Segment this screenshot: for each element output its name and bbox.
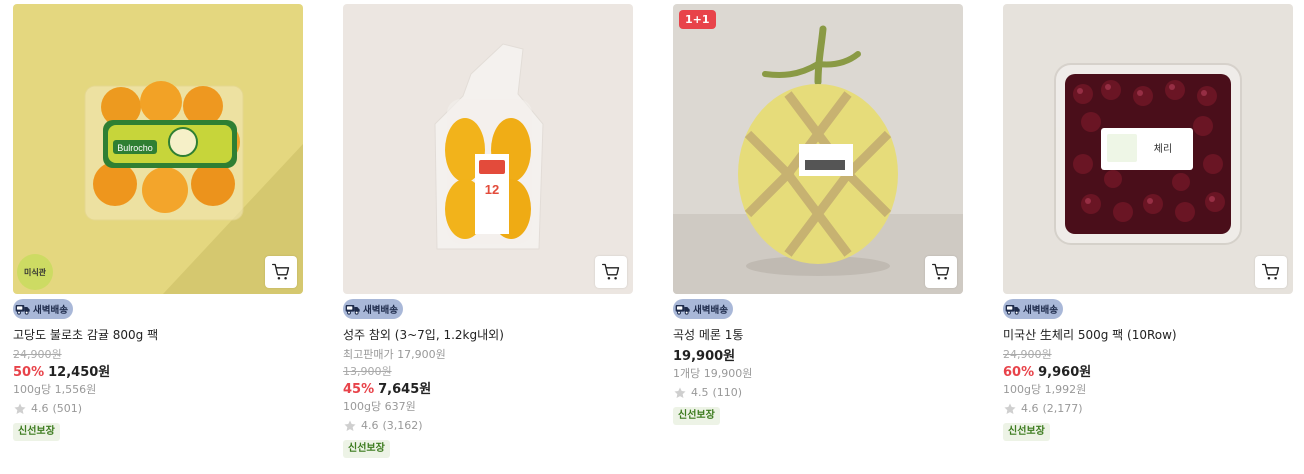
rating-score: 4.6 <box>1021 402 1039 415</box>
sale-price-row: 60% 9,960원 <box>1003 364 1293 381</box>
add-to-cart-button[interactable] <box>595 256 627 288</box>
product-name[interactable]: 곡성 메론 1통 <box>673 327 963 343</box>
product-image[interactable]: Bulrocho 미식관 <box>13 4 303 294</box>
sale-price: 19,900원 <box>673 349 736 364</box>
delivery-label: 새벽배송 <box>33 305 68 316</box>
freshness-guarantee-badge: 신선보장 <box>1003 423 1050 441</box>
star-icon <box>13 402 27 416</box>
review-count: (110) <box>712 386 743 399</box>
review-count: (2,177) <box>1042 402 1083 415</box>
promo-badge: 1+1 <box>679 10 716 29</box>
melon-image <box>673 4 963 294</box>
rating: 4.5 (110) <box>673 385 963 401</box>
rating: 4.6 (3,162) <box>343 418 633 434</box>
truck-icon <box>15 301 31 317</box>
product-card[interactable]: 1+1 새벽배송 곡성 메론 1통 19,900원 1개당 19,900원 4.… <box>673 4 963 425</box>
cart-icon <box>931 262 951 282</box>
star-icon <box>673 386 687 400</box>
unit-price: 1개당 19,900원 <box>673 367 753 380</box>
unit-price: 100g당 1,556원 <box>13 383 97 396</box>
product-image[interactable]: 12 <box>343 4 633 294</box>
original-price: 13,900원 <box>343 365 392 378</box>
rating-score: 4.5 <box>691 386 709 399</box>
product-card[interactable]: 체리 새벽배송 미국산 生체리 500g 팩 (10Row) 24,900원 6… <box>1003 4 1293 441</box>
delivery-label: 새벽배송 <box>1023 305 1058 316</box>
truck-icon <box>1005 301 1021 317</box>
sale-price: 9,960원 <box>1038 365 1092 380</box>
add-to-cart-button[interactable] <box>1255 256 1287 288</box>
original-price: 24,900원 <box>1003 348 1052 361</box>
korean-melon-bag-image: 12 <box>343 4 633 294</box>
svg-text:Bulrocho: Bulrocho <box>117 143 153 153</box>
product-grid: Bulrocho 미식관 새벽배송 고당도 불로초 감귤 800g 팩 24,9… <box>0 0 1304 474</box>
discount-rate: 60% <box>1003 365 1035 380</box>
product-card[interactable]: 12 새벽배송 성주 참외 (3~7입, 1.2kg내외) 최고판매가 17,9… <box>343 4 633 458</box>
svg-text:12: 12 <box>485 182 499 197</box>
best-selling-price: 최고판매가 17,900원 <box>343 348 446 361</box>
tangerine-pack-image: Bulrocho <box>13 4 303 294</box>
original-price: 24,900원 <box>13 348 62 361</box>
star-icon <box>343 419 357 433</box>
product-card[interactable]: Bulrocho 미식관 새벽배송 고당도 불로초 감귤 800g 팩 24,9… <box>13 4 303 441</box>
delivery-label: 새벽배송 <box>363 305 398 316</box>
dawn-delivery-badge: 새벽배송 <box>343 299 403 319</box>
cart-icon <box>271 262 291 282</box>
sale-price: 7,645원 <box>378 382 432 397</box>
rating-score: 4.6 <box>361 419 379 432</box>
review-count: (501) <box>52 402 83 415</box>
unit-price: 100g당 637원 <box>343 400 416 413</box>
freshness-guarantee-badge: 신선보장 <box>13 423 60 441</box>
product-name[interactable]: 고당도 불로초 감귤 800g 팩 <box>13 327 303 343</box>
truck-icon <box>675 301 691 317</box>
rating: 4.6 (501) <box>13 401 303 417</box>
discount-rate: 45% <box>343 382 375 397</box>
product-image[interactable]: 1+1 <box>673 4 963 294</box>
review-count: (3,162) <box>382 419 423 432</box>
freshness-guarantee-badge: 신선보장 <box>343 440 390 458</box>
dawn-delivery-badge: 새벽배송 <box>1003 299 1063 319</box>
rating-score: 4.6 <box>31 402 49 415</box>
dawn-delivery-badge: 새벽배송 <box>673 299 733 319</box>
cart-icon <box>601 262 621 282</box>
product-name[interactable]: 미국산 生체리 500g 팩 (10Row) <box>1003 327 1293 343</box>
gourmet-badge: 미식관 <box>17 254 53 290</box>
sale-price-row: 50% 12,450원 <box>13 364 303 381</box>
cherry-pack-image: 체리 <box>1003 4 1293 294</box>
delivery-label: 새벽배송 <box>693 305 728 316</box>
product-name[interactable]: 성주 참외 (3~7입, 1.2kg내외) <box>343 327 633 343</box>
freshness-guarantee-badge: 신선보장 <box>673 407 720 425</box>
product-image[interactable]: 체리 <box>1003 4 1293 294</box>
add-to-cart-button[interactable] <box>925 256 957 288</box>
rating: 4.6 (2,177) <box>1003 401 1293 417</box>
sale-price: 12,450원 <box>48 365 111 380</box>
star-icon <box>1003 402 1017 416</box>
add-to-cart-button[interactable] <box>265 256 297 288</box>
discount-rate: 50% <box>13 365 45 380</box>
cart-icon <box>1261 262 1281 282</box>
truck-icon <box>345 301 361 317</box>
sale-price-row: 45% 7,645원 <box>343 381 633 398</box>
svg-text:체리: 체리 <box>1154 143 1172 155</box>
unit-price: 100g당 1,992원 <box>1003 383 1087 396</box>
dawn-delivery-badge: 새벽배송 <box>13 299 73 319</box>
